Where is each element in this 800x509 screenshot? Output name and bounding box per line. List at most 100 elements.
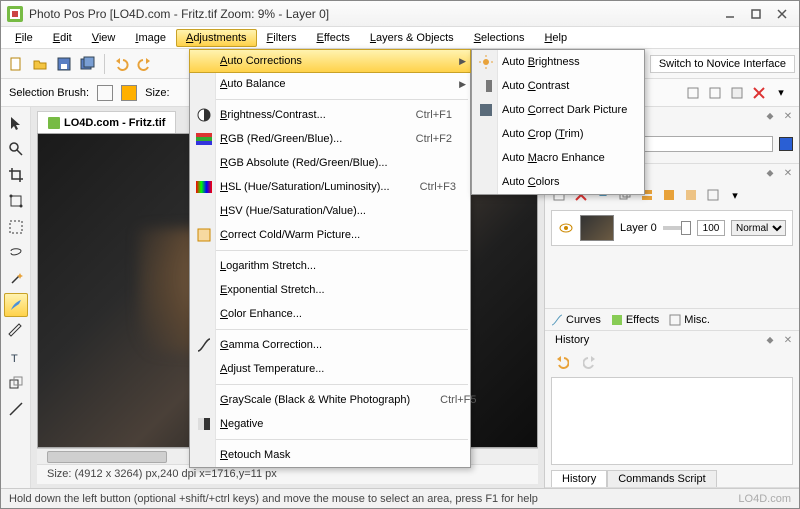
panel-pin-icon[interactable]: ✕ <box>781 166 795 180</box>
size-label: Size: <box>145 87 169 99</box>
line-tool[interactable] <box>4 397 28 421</box>
menuitem-auto-correct-dark-picture[interactable]: Auto Correct Dark Picture <box>472 98 644 122</box>
opacity-slider[interactable] <box>663 226 691 230</box>
merge-visible-button[interactable] <box>659 185 679 205</box>
text-tool[interactable]: T <box>4 345 28 369</box>
tab-curves[interactable]: Curves <box>551 314 601 326</box>
layer-more-button[interactable]: ▾ <box>725 185 745 205</box>
visibility-icon[interactable] <box>558 220 574 236</box>
layer-row[interactable]: Layer 0 Normal <box>551 210 793 246</box>
menu-file[interactable]: File <box>5 29 43 47</box>
panel-collapse-icon[interactable]: ⬥ <box>763 333 777 347</box>
panel-btn-1[interactable] <box>683 83 703 103</box>
menu-effects[interactable]: Effects <box>306 29 359 47</box>
history-title: History <box>549 332 595 348</box>
menu-filters[interactable]: Filters <box>257 29 307 47</box>
watermark: LO4D.com <box>738 493 791 505</box>
zoom-tool[interactable] <box>4 137 28 161</box>
crop-tool[interactable] <box>4 163 28 187</box>
tab-effects[interactable]: Effects <box>611 314 659 326</box>
menuitem-auto-brightness[interactable]: Auto Brightness <box>472 50 644 74</box>
panel-collapse-icon[interactable]: ⬥ <box>763 109 777 123</box>
menuitem-auto-corrections[interactable]: Auto Corrections▶ <box>189 49 471 73</box>
app-window: Photo Pos Pro [LO4D.com - Fritz.tif Zoom… <box>0 0 800 509</box>
brush-tool[interactable] <box>4 319 28 343</box>
open-button[interactable] <box>29 53 51 75</box>
clone-tool[interactable] <box>4 371 28 395</box>
history-list[interactable] <box>551 377 793 465</box>
color-dropdown-icon[interactable] <box>779 137 793 151</box>
panel-btn-3[interactable] <box>727 83 747 103</box>
transform-tool[interactable] <box>4 189 28 213</box>
bg-swatch[interactable] <box>121 85 137 101</box>
save-button[interactable] <box>53 53 75 75</box>
layer-settings-button[interactable] <box>703 185 723 205</box>
redo-button[interactable] <box>134 53 156 75</box>
history-panel: History ⬥ ✕ History Commands Script <box>545 331 799 488</box>
tab-history[interactable]: History <box>551 470 607 487</box>
sun-icon <box>476 52 496 72</box>
menuitem-exponential-stretch[interactable]: Exponential Stretch... <box>190 278 470 302</box>
menuitem-auto-macro-enhance[interactable]: Auto Macro Enhance <box>472 146 644 170</box>
menuitem-rgb-red-green-blue[interactable]: RGB (Red/Green/Blue)...Ctrl+F2 <box>190 127 470 151</box>
panel-pin-icon[interactable]: ✕ <box>781 333 795 347</box>
layer-thumb <box>580 215 614 241</box>
selection-brush-tool[interactable] <box>4 293 28 317</box>
new-button[interactable] <box>5 53 27 75</box>
minimize-button[interactable] <box>719 6 741 22</box>
tool-column: T <box>1 107 31 488</box>
panel-collapse-icon[interactable]: ⬥ <box>763 166 777 180</box>
menuitem-hsv-hue-saturation-value[interactable]: HSV (Hue/Saturation/Value)... <box>190 199 470 223</box>
menu-adjustments[interactable]: Adjustments <box>176 29 257 47</box>
auto-corrections-submenu: Auto BrightnessAuto ContrastAuto Correct… <box>471 49 645 195</box>
menuitem-brightness-contrast[interactable]: Brightness/Contrast...Ctrl+F1 <box>190 103 470 127</box>
contrast-icon <box>194 105 214 125</box>
separator <box>104 54 105 74</box>
lasso-tool[interactable] <box>4 241 28 265</box>
menuitem-logarithm-stretch[interactable]: Logarithm Stretch... <box>190 254 470 278</box>
blend-mode-select[interactable]: Normal <box>731 220 786 236</box>
menu-view[interactable]: View <box>82 29 126 47</box>
history-redo-button[interactable] <box>579 351 601 373</box>
undo-button[interactable] <box>110 53 132 75</box>
close-button[interactable] <box>771 6 793 22</box>
menuitem-retouch-mask[interactable]: Retouch Mask <box>190 443 470 467</box>
maximize-button[interactable] <box>745 6 767 22</box>
menu-image[interactable]: Image <box>125 29 176 47</box>
menu-layers-objects[interactable]: Layers & Objects <box>360 29 464 47</box>
save-all-button[interactable] <box>77 53 99 75</box>
menuitem-adjust-temperature[interactable]: Adjust Temperature... <box>190 357 470 381</box>
menuitem-gamma-correction[interactable]: Gamma Correction... <box>190 333 470 357</box>
tab-misc[interactable]: Misc. <box>669 314 710 326</box>
menuitem-auto-balance[interactable]: Auto Balance▶ <box>190 72 470 96</box>
menuitem-rgb-absolute-red-green-blue[interactable]: RGB Absolute (Red/Green/Blue)... <box>190 151 470 175</box>
tab-commands-script[interactable]: Commands Script <box>607 470 716 487</box>
menuitem-auto-crop-trim[interactable]: Auto Crop (Trim) <box>472 122 644 146</box>
menuitem-hsl-hue-saturation-luminosity[interactable]: HSL (Hue/Saturation/Luminosity)...Ctrl+F… <box>190 175 470 199</box>
menuitem-correct-cold-warm-picture[interactable]: Correct Cold/Warm Picture... <box>190 223 470 247</box>
document-tab[interactable]: LO4D.com - Fritz.tif <box>37 111 176 133</box>
more-icon[interactable]: ▾ <box>771 83 791 103</box>
panel-pin-icon[interactable]: ✕ <box>781 109 795 123</box>
fg-swatch[interactable] <box>97 85 113 101</box>
menuitem-auto-colors[interactable]: Auto Colors <box>472 170 644 194</box>
menu-edit[interactable]: Edit <box>43 29 82 47</box>
opacity-input[interactable] <box>697 220 725 236</box>
menuitem-negative[interactable]: Negative <box>190 412 470 436</box>
titlebar: Photo Pos Pro [LO4D.com - Fritz.tif Zoom… <box>1 1 799 27</box>
rect-select-tool[interactable] <box>4 215 28 239</box>
panel-btn-2[interactable] <box>705 83 725 103</box>
move-tool[interactable] <box>4 111 28 135</box>
app-icon <box>7 6 23 22</box>
switch-interface-button[interactable]: Switch to Novice Interface <box>650 55 795 73</box>
menuitem-auto-contrast[interactable]: Auto Contrast <box>472 74 644 98</box>
menu-help[interactable]: Help <box>534 29 577 47</box>
menuitem-color-enhance[interactable]: Color Enhance... <box>190 302 470 326</box>
wand-tool[interactable] <box>4 267 28 291</box>
delete-icon[interactable] <box>749 83 769 103</box>
flatten-button[interactable] <box>681 185 701 205</box>
history-undo-button[interactable] <box>551 351 573 373</box>
ac-icon <box>476 76 496 96</box>
menu-selections[interactable]: Selections <box>464 29 535 47</box>
menuitem-grayscale-black-white-photograph[interactable]: GrayScale (Black & White Photograph)Ctrl… <box>190 388 470 412</box>
